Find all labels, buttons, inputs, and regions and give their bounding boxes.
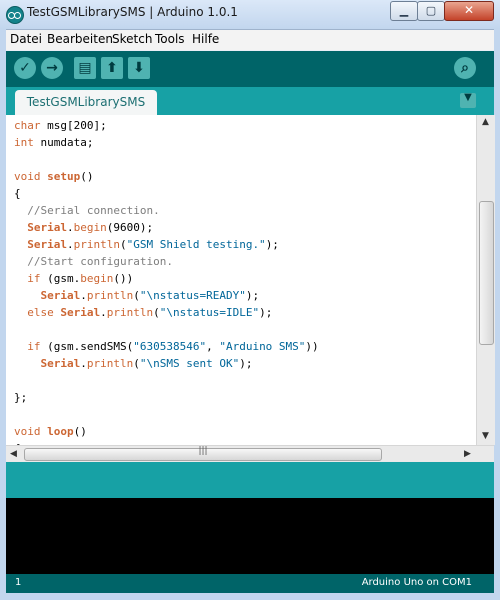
code-line: Serial.println("GSM Shield testing."); [27, 238, 279, 251]
save-icon: ⬇ [133, 60, 145, 76]
console-output [6, 498, 494, 574]
menu-hilfe[interactable]: Hilfe [192, 32, 219, 46]
arduino-logo-icon [6, 6, 24, 24]
code-line: //Start configuration. [14, 255, 173, 268]
line-number: 1 [15, 577, 22, 588]
footer-bar: 1 Arduino Uno on COM1 [6, 574, 494, 593]
menu-sketch[interactable]: Sketch [112, 32, 152, 46]
board-info: Arduino Uno on COM1 [361, 577, 472, 588]
verify-icon: ✓ [19, 60, 31, 76]
code-line: if (gsm.begin()) [27, 272, 134, 285]
chevron-down-icon: ▼ [464, 92, 472, 103]
window-title: TestGSMLibrarySMS | Arduino 1.0.1 [27, 5, 238, 19]
tab-label: TestGSMLibrarySMS [26, 95, 146, 109]
open-button[interactable]: ⬆ [101, 57, 123, 79]
code-line: void setup() [14, 170, 94, 183]
scroll-right-icon[interactable]: ▶ [464, 449, 471, 459]
maximize-button[interactable]: ▢ [417, 1, 445, 21]
save-button[interactable]: ⬇ [128, 57, 150, 79]
scroll-down-icon[interactable]: ▼ [482, 431, 489, 441]
upload-button[interactable]: → [41, 57, 63, 79]
title-bar: TestGSMLibrarySMS | Arduino 1.0.1 ▁ ▢ ✕ [0, 0, 500, 30]
code-line: Serial.begin(9600); [27, 221, 154, 234]
status-area [6, 462, 494, 498]
code-line: else Serial.println("\nstatus=IDLE"); [27, 306, 273, 319]
open-icon: ⬆ [106, 60, 118, 76]
close-icon: ✕ [463, 3, 475, 17]
tab-testgsmlibrarysms[interactable]: TestGSMLibrarySMS [15, 90, 157, 115]
code-line: { [14, 187, 21, 200]
minimize-button[interactable]: ▁ [390, 1, 418, 21]
vertical-scroll-thumb[interactable] [479, 201, 494, 345]
code-text: char msg[200]; int numdata; void setup()… [14, 117, 319, 445]
code-editor[interactable]: char msg[200]; int numdata; void setup()… [6, 115, 476, 445]
horizontal-scrollbar[interactable]: ◀ ||| ▶ [6, 445, 494, 463]
window-frame-bottom [0, 593, 500, 600]
code-line: Serial.println("\nSMS sent OK"); [40, 357, 253, 370]
menu-bar: Datei Bearbeiten Sketch Tools Hilfe [6, 30, 494, 50]
code-line: }; [14, 391, 28, 404]
menu-bearbeiten[interactable]: Bearbeiten [47, 32, 113, 46]
grip-icon: ||| [198, 446, 208, 456]
toolbar: ✓ → ▤ ⬆ ⬇ ⌕ [6, 51, 494, 87]
code-line: Serial.println("\nstatus=READY"); [40, 289, 260, 302]
tab-bar: TestGSMLibrarySMS ▼ [6, 87, 494, 115]
code-line: void loop() [14, 425, 87, 438]
minimize-icon: ▁ [399, 4, 409, 17]
close-button[interactable]: ✕ [444, 1, 494, 21]
scroll-up-icon[interactable]: ▲ [482, 117, 489, 127]
code-line: //Serial connection. [14, 204, 160, 217]
code-line: char msg[200]; [14, 119, 107, 132]
maximize-icon: ▢ [425, 4, 437, 17]
serial-monitor-icon: ⌕ [461, 60, 469, 76]
code-line: int numdata; [14, 136, 94, 149]
verify-button[interactable]: ✓ [14, 57, 36, 79]
code-line: if (gsm.sendSMS("630538546", "Arduino SM… [27, 340, 319, 353]
serial-monitor-button[interactable]: ⌕ [454, 57, 476, 79]
scroll-left-icon[interactable]: ◀ [10, 449, 17, 459]
menu-tools[interactable]: Tools [155, 32, 185, 46]
upload-icon: → [46, 60, 58, 76]
menu-datei[interactable]: Datei [10, 32, 42, 46]
tab-menu-button[interactable]: ▼ [460, 92, 476, 108]
vertical-scrollbar[interactable]: ▲ ▼ [476, 115, 495, 445]
new-icon: ▤ [78, 60, 92, 76]
horizontal-scroll-thumb[interactable]: ||| [24, 446, 382, 461]
new-button[interactable]: ▤ [74, 57, 96, 79]
